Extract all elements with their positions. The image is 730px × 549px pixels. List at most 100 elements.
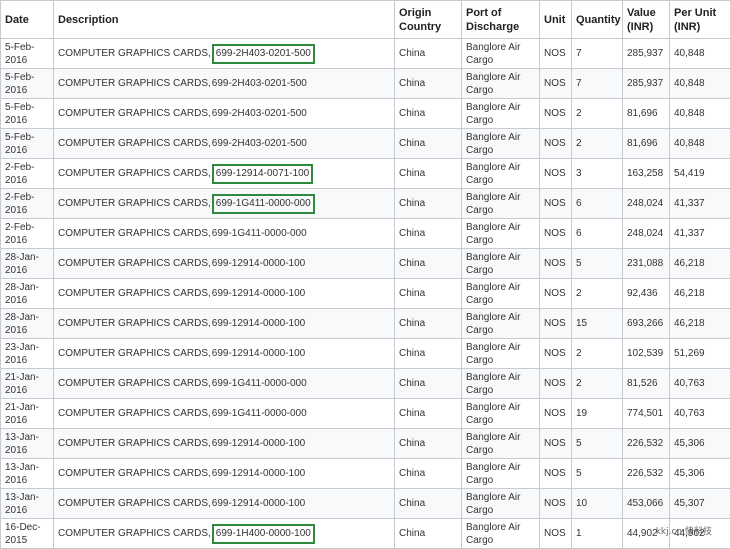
cell-per-unit: 45,306 [670, 459, 730, 489]
table-row: 13-Jan-2016COMPUTER GRAPHICS CARDS,699-1… [1, 459, 730, 489]
cell-per-unit: 46,218 [670, 249, 730, 279]
table-row: 28-Jan-2016COMPUTER GRAPHICS CARDS,699-1… [1, 309, 730, 339]
cell-origin-country: China [395, 219, 462, 249]
cell-origin-country: China [395, 249, 462, 279]
cell-unit: NOS [540, 339, 572, 369]
cell-description: COMPUTER GRAPHICS CARDS,699-12914-0000-1… [54, 279, 395, 309]
table-row: 5-Feb-2016COMPUTER GRAPHICS CARDS,699-2H… [1, 99, 730, 129]
part-number-highlight: 699-2H403-0201-500 [212, 44, 315, 64]
cell-unit: NOS [540, 39, 572, 69]
cell-origin-country: China [395, 159, 462, 189]
cell-quantity: 6 [572, 219, 623, 249]
cell-quantity: 7 [572, 39, 623, 69]
import-records-table: Date Description Origin Country Port of … [0, 0, 730, 549]
cell-date: 21-Jan-2016 [1, 399, 54, 429]
cell-per-unit: 40,848 [670, 69, 730, 99]
cell-value: 453,066 [623, 489, 670, 519]
table-row: 28-Jan-2016COMPUTER GRAPHICS CARDS,699-1… [1, 279, 730, 309]
cell-quantity: 5 [572, 249, 623, 279]
column-header-unit: Unit [540, 1, 572, 39]
cell-per-unit: 40,848 [670, 129, 730, 159]
cell-description: COMPUTER GRAPHICS CARDS,699-12914-0000-1… [54, 309, 395, 339]
description-text: COMPUTER GRAPHICS CARDS, [58, 468, 211, 479]
cell-date: 5-Feb-2016 [1, 39, 54, 69]
part-number: 699-12914-0000-100 [212, 498, 305, 509]
cell-port-of-discharge: Banglore Air Cargo [462, 249, 540, 279]
description-text: COMPUTER GRAPHICS CARDS, [58, 228, 211, 239]
cell-quantity: 3 [572, 159, 623, 189]
cell-origin-country: China [395, 39, 462, 69]
table-row: 5-Feb-2016 COMPUTER GRAPHICS CARDS,699-2H… [1, 39, 730, 69]
table-row: 16-Dec-2015COMPUTER GRAPHICS CARDS,699-1… [1, 519, 730, 549]
cell-value: 226,532 [623, 429, 670, 459]
cell-quantity: 7 [572, 69, 623, 99]
part-number: 699-12914-0000-100 [212, 468, 305, 479]
cell-description: COMPUTER GRAPHICS CARDS,699-12914-0000-1… [54, 429, 395, 459]
column-header-per-unit: Per Unit (INR) [670, 1, 730, 39]
cell-date: 13-Jan-2016 [1, 459, 54, 489]
column-header-date: Date [1, 1, 54, 39]
cell-port-of-discharge: Banglore Air Cargo [462, 369, 540, 399]
cell-unit: NOS [540, 459, 572, 489]
header-row: Date Description Origin Country Port of … [1, 1, 730, 39]
part-number: 699-2H403-0201-500 [212, 78, 307, 89]
part-number: 699-12914-0000-100 [212, 348, 305, 359]
description-text: COMPUTER GRAPHICS CARDS, [58, 198, 211, 209]
cell-value: 248,024 [623, 219, 670, 249]
description-text: COMPUTER GRAPHICS CARDS, [58, 438, 211, 449]
cell-value: 92,436 [623, 279, 670, 309]
description-text: COMPUTER GRAPHICS CARDS, [58, 348, 211, 359]
description-text: COMPUTER GRAPHICS CARDS, [58, 168, 211, 179]
description-text: COMPUTER GRAPHICS CARDS, [58, 318, 211, 329]
cell-description: COMPUTER GRAPHICS CARDS,699-1G411-0000-0… [54, 219, 395, 249]
cell-quantity: 5 [572, 459, 623, 489]
cell-origin-country: China [395, 129, 462, 159]
cell-description: COMPUTER GRAPHICS CARDS,699-12914-0000-1… [54, 459, 395, 489]
cell-per-unit: 46,218 [670, 309, 730, 339]
cell-per-unit: 41,337 [670, 189, 730, 219]
cell-date: 5-Feb-2016 [1, 99, 54, 129]
column-header-origin-country: Origin Country [395, 1, 462, 39]
cell-port-of-discharge: Banglore Air Cargo [462, 219, 540, 249]
cell-value: 226,532 [623, 459, 670, 489]
column-header-port-of-discharge: Port of Discharge [462, 1, 540, 39]
cell-port-of-discharge: Banglore Air Cargo [462, 189, 540, 219]
cell-quantity: 2 [572, 339, 623, 369]
cell-port-of-discharge: Banglore Air Cargo [462, 99, 540, 129]
cell-description: COMPUTER GRAPHICS CARDS,699-2H403-0201-5… [54, 69, 395, 99]
cell-date: 28-Jan-2016 [1, 279, 54, 309]
cell-unit: NOS [540, 99, 572, 129]
table-row: 13-Jan-2016COMPUTER GRAPHICS CARDS,699-1… [1, 429, 730, 459]
part-number: 699-1G411-0000-000 [212, 228, 307, 239]
cell-port-of-discharge: Banglore Air Cargo [462, 279, 540, 309]
cell-date: 28-Jan-2016 [1, 249, 54, 279]
description-text: COMPUTER GRAPHICS CARDS, [58, 258, 211, 269]
cell-per-unit: 45,306 [670, 429, 730, 459]
cell-origin-country: China [395, 69, 462, 99]
cell-unit: NOS [540, 279, 572, 309]
cell-origin-country: China [395, 189, 462, 219]
cell-origin-country: China [395, 309, 462, 339]
table-row: 13-Jan-2016COMPUTER GRAPHICS CARDS,699-1… [1, 489, 730, 519]
cell-unit: NOS [540, 369, 572, 399]
cell-unit: NOS [540, 219, 572, 249]
description-text: COMPUTER GRAPHICS CARDS, [58, 48, 211, 59]
cell-origin-country: China [395, 279, 462, 309]
cell-date: 23-Jan-2016 [1, 339, 54, 369]
description-text: COMPUTER GRAPHICS CARDS, [58, 78, 211, 89]
cell-value: 102,539 [623, 339, 670, 369]
cell-quantity: 15 [572, 309, 623, 339]
cell-quantity: 6 [572, 189, 623, 219]
cell-port-of-discharge: Banglore Air Cargo [462, 129, 540, 159]
cell-per-unit: 40,848 [670, 39, 730, 69]
cell-origin-country: China [395, 369, 462, 399]
cell-quantity: 2 [572, 99, 623, 129]
cell-quantity: 1 [572, 519, 623, 549]
cell-description: COMPUTER GRAPHICS CARDS,699-2H403-0201-5… [54, 129, 395, 159]
part-number: 699-12914-0000-100 [212, 438, 305, 449]
table-row: 28-Jan-2016COMPUTER GRAPHICS CARDS,699-1… [1, 249, 730, 279]
cell-description: COMPUTER GRAPHICS CARDS,699-12914-0000-1… [54, 339, 395, 369]
table-row: 5-Feb-2016COMPUTER GRAPHICS CARDS,699-2H… [1, 69, 730, 99]
cell-unit: NOS [540, 429, 572, 459]
cell-description: COMPUTER GRAPHICS CARDS,699-12914-0000-1… [54, 249, 395, 279]
